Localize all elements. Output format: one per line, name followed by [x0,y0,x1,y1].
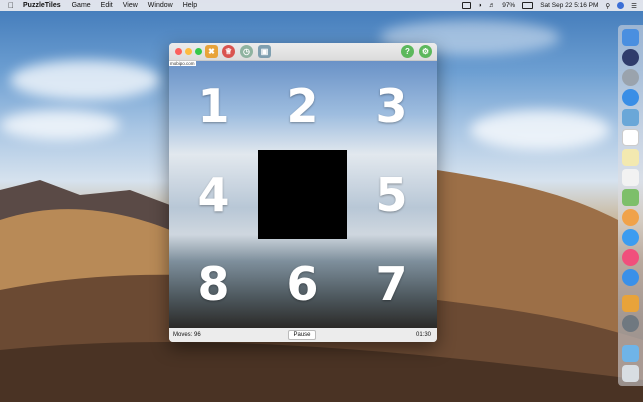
menu-window[interactable]: Window [148,2,173,9]
puzzletiles-app-icon[interactable] [622,295,639,312]
menu-help[interactable]: Help [183,2,197,9]
site-label: mobipo.com [169,61,196,66]
itunes-icon[interactable] [622,249,639,266]
pause-button[interactable]: Pause [288,330,316,340]
volume-icon[interactable]: ♬ [489,2,496,9]
tile-6[interactable]: 6 [258,239,347,328]
mail-icon[interactable] [622,109,639,126]
menu-view[interactable]: View [123,2,138,9]
moves-counter: Moves: 96 [173,332,201,338]
menu-bar:  PuzzleTiles Game Edit View Window Help… [0,0,643,11]
menu-edit[interactable]: Edit [101,2,113,9]
menubar-clock[interactable]: Sat Sep 22 5:16 PM [540,2,598,9]
maps-icon[interactable] [622,189,639,206]
messages-icon[interactable] [622,229,639,246]
empty-tile [258,150,347,239]
siri-dock-icon[interactable] [622,49,639,66]
window-titlebar[interactable]: ✖ ♕ ◷ ▣ ? ⚙ [169,43,437,61]
notes-icon[interactable] [622,149,639,166]
siri-icon[interactable] [617,2,625,9]
tile-4[interactable]: 4 [169,150,258,239]
puzzle-window: ✖ ♕ ◷ ▣ ? ⚙ mobipo.com 1 2 3 4 5 8 6 7 M… [169,43,437,342]
reminders-icon[interactable] [622,169,639,186]
close-button[interactable] [175,48,182,55]
downloads-folder-icon[interactable] [622,345,639,362]
tile-2[interactable]: 2 [258,61,347,150]
save-icon[interactable]: ▣ [258,45,271,58]
shuffle-icon[interactable]: ✖ [205,45,218,58]
spotlight-icon[interactable]: ⚲ [605,2,610,10]
menu-game[interactable]: Game [72,2,91,9]
menu-app-name[interactable]: PuzzleTiles [23,2,61,9]
airplay-icon[interactable] [461,2,471,9]
tile-3[interactable]: 3 [347,61,436,150]
menubar-status-area: ◑ ♬ 97% Sat Sep 22 5:16 PM ⚲ ☰ [461,0,637,11]
tile-5[interactable]: 5 [347,150,436,239]
tile-8[interactable]: 8 [169,239,258,328]
notification-center-icon[interactable]: ☰ [631,2,637,10]
trash-icon[interactable] [622,365,639,382]
gear-icon[interactable]: ⚙ [419,45,432,58]
trophy-icon[interactable]: ♕ [222,45,235,58]
battery-percent[interactable]: 97% [502,2,515,9]
dock [618,25,643,386]
launchpad-icon[interactable] [622,69,639,86]
photos-icon[interactable] [622,209,639,226]
calendar-icon[interactable] [622,129,639,146]
puzzle-board: 1 2 3 4 5 8 6 7 [169,61,437,328]
timer: 01:30 [415,332,431,338]
clock-icon[interactable]: ◷ [240,45,253,58]
apple-menu-icon[interactable]:  [8,1,14,10]
status-bar: Moves: 96 Pause 01:30 [169,328,437,342]
tile-7[interactable]: 7 [347,239,436,328]
system-preferences-icon[interactable] [622,315,639,332]
safari-icon[interactable] [622,89,639,106]
zoom-button[interactable] [195,48,202,55]
finder-icon[interactable] [622,29,639,46]
help-button[interactable]: ? [401,45,414,58]
app-store-icon[interactable] [622,269,639,286]
minimize-button[interactable] [185,48,192,55]
tile-1[interactable]: 1 [169,61,258,150]
wifi-icon[interactable]: ◑ [478,2,482,9]
battery-icon[interactable] [522,2,534,9]
